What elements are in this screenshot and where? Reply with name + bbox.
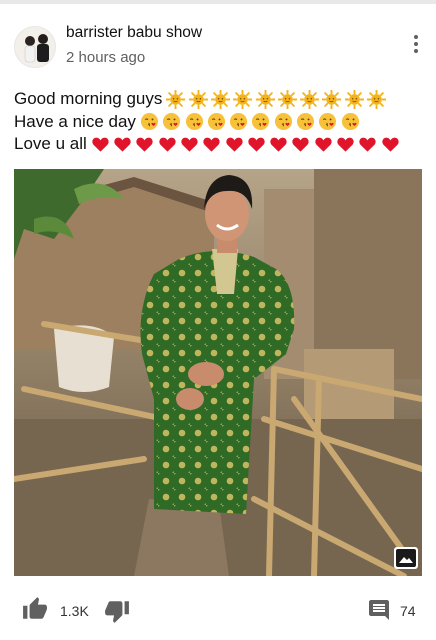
like-count: 1.3K xyxy=(60,603,89,619)
comment-icon[interactable] xyxy=(366,598,392,622)
sun-emoji xyxy=(322,89,342,109)
kissing-face-emoji xyxy=(140,112,159,131)
red-heart-emoji xyxy=(113,135,132,154)
post-line-text: Love u all xyxy=(14,134,87,153)
red-heart-emoji xyxy=(91,135,110,154)
image-icon[interactable] xyxy=(394,547,418,569)
post-actions-bar: 1.3K 74 xyxy=(0,592,436,628)
channel-name[interactable]: barrister babu show xyxy=(66,24,202,42)
post-line-3: Love u all xyxy=(14,133,424,156)
sun-emoji-row xyxy=(166,89,389,109)
post-line-text: Have a nice day xyxy=(14,111,136,131)
sun-emoji xyxy=(367,89,387,109)
red-heart-emoji-row xyxy=(91,135,403,154)
comment-count: 74 xyxy=(400,603,416,619)
kissing-face-emoji xyxy=(341,112,360,131)
sun-emoji xyxy=(344,89,364,109)
sun-emoji xyxy=(255,89,275,109)
kissing-face-emoji xyxy=(318,112,337,131)
sun-emoji xyxy=(233,89,253,109)
sun-emoji xyxy=(300,89,320,109)
sun-emoji xyxy=(166,89,186,109)
more-vert-icon[interactable] xyxy=(406,32,426,56)
post-header: barrister babu show 2 hours ago xyxy=(0,18,436,74)
post-line-2: Have a nice day xyxy=(14,111,424,134)
post-timestamp: 2 hours ago xyxy=(66,49,146,66)
kissing-face-emoji xyxy=(207,112,226,131)
post-line-text: Good morning guys xyxy=(14,89,163,108)
red-heart-emoji xyxy=(336,135,355,154)
sun-emoji xyxy=(210,89,230,109)
thumbs-down-icon[interactable] xyxy=(104,598,130,624)
sun-emoji xyxy=(188,89,208,109)
thumbs-up-icon[interactable] xyxy=(22,596,48,622)
top-divider xyxy=(0,0,436,4)
red-heart-emoji xyxy=(247,135,266,154)
sun-emoji xyxy=(277,89,297,109)
red-heart-emoji xyxy=(358,135,377,154)
post-line-1: Good morning guys xyxy=(14,88,424,111)
post-image[interactable] xyxy=(14,169,422,576)
kissing-face-emoji xyxy=(162,112,181,131)
red-heart-emoji xyxy=(269,135,288,154)
red-heart-emoji xyxy=(158,135,177,154)
red-heart-emoji xyxy=(314,135,333,154)
channel-avatar[interactable] xyxy=(14,26,56,68)
red-heart-emoji xyxy=(202,135,221,154)
red-heart-emoji xyxy=(225,135,244,154)
red-heart-emoji xyxy=(291,135,310,154)
post-body: Good morning guys Have a nice day Love u… xyxy=(14,88,424,156)
kissing-face-emoji xyxy=(229,112,248,131)
kissing-face-emoji xyxy=(185,112,204,131)
kissing-face-emoji xyxy=(274,112,293,131)
kissing-face-emoji xyxy=(296,112,315,131)
kissing-face-emoji-row xyxy=(140,112,363,131)
red-heart-emoji xyxy=(180,135,199,154)
red-heart-emoji xyxy=(135,135,154,154)
kissing-face-emoji xyxy=(251,112,270,131)
red-heart-emoji xyxy=(381,135,400,154)
